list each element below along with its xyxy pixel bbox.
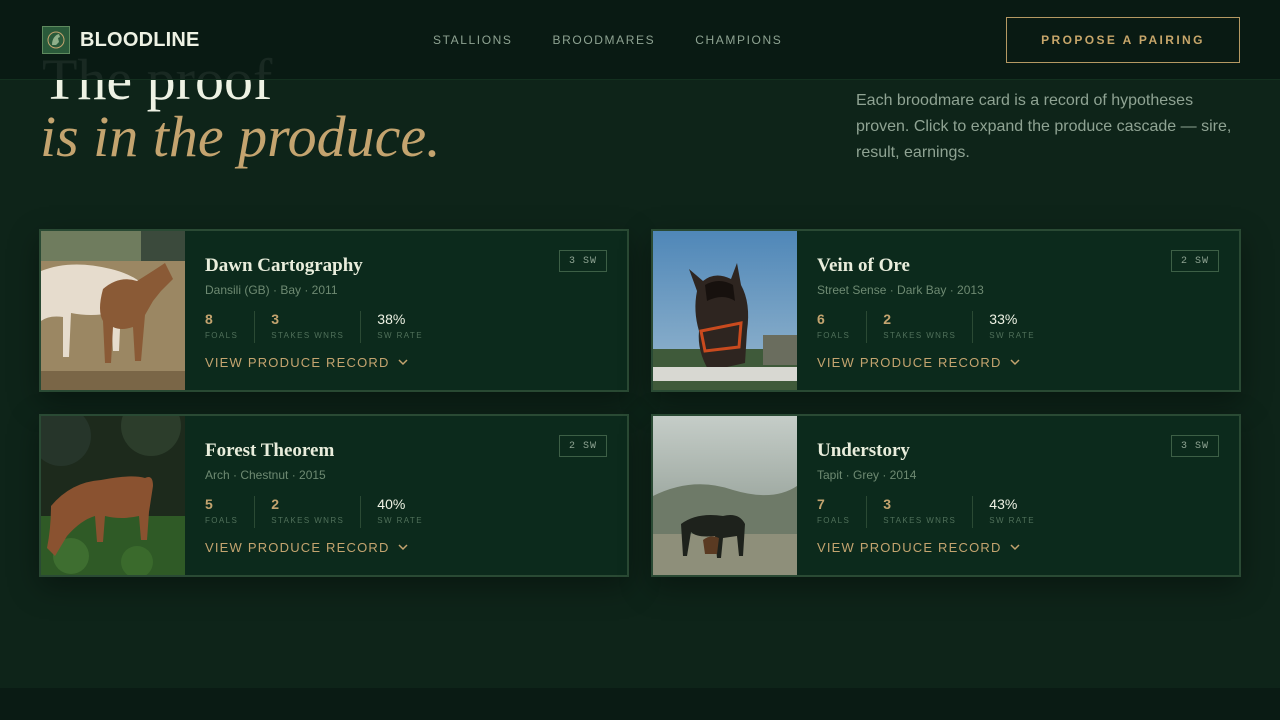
stat-label: FOALS <box>205 516 239 525</box>
view-produce-record-toggle[interactable]: VIEW PRODUCE RECORD <box>817 540 1020 555</box>
broodmare-photo <box>41 231 185 390</box>
stat-value: 5 <box>205 496 213 512</box>
brand-logo[interactable]: BLOODLINE <box>42 26 200 54</box>
broodmare-photo <box>41 416 185 575</box>
stat-label: SW RATE <box>989 516 1035 525</box>
broodmare-card: Vein of Ore Street Sense · Dark Bay · 20… <box>651 229 1241 392</box>
stat-value: 3 <box>883 496 892 512</box>
broodmare-pedigree: Street Sense · Dark Bay · 2013 <box>817 283 984 297</box>
view-produce-record-toggle[interactable]: VIEW PRODUCE RECORD <box>205 540 408 555</box>
broodmare-card: Forest Theorem Arch · Chestnut · 2015 2 … <box>39 414 629 577</box>
stat-sw-rate: 40% SW RATE <box>377 496 439 528</box>
stat-label: FOALS <box>817 331 851 340</box>
chevron-down-icon <box>398 359 408 366</box>
view-produce-record-toggle[interactable]: VIEW PRODUCE RECORD <box>817 355 1020 370</box>
stat-value: 2 <box>271 496 280 512</box>
stat-label: STAKES WNRS <box>271 331 345 340</box>
broodmare-pedigree: Arch · Chestnut · 2015 <box>205 468 326 482</box>
stat-label: STAKES WNRS <box>883 331 957 340</box>
stat-value: 38% <box>377 311 406 327</box>
view-produce-record-label: VIEW PRODUCE RECORD <box>817 540 1002 555</box>
broodmare-photo <box>653 416 797 575</box>
stat-value: 3 <box>271 311 280 327</box>
stakes-winners-badge: 2 SW <box>1171 250 1219 272</box>
stakes-winners-badge: 3 SW <box>1171 435 1219 457</box>
stat-label: SW RATE <box>377 516 423 525</box>
stat-value: 7 <box>817 496 825 512</box>
horse-emblem-icon <box>42 26 70 54</box>
stat-label: STAKES WNRS <box>271 516 345 525</box>
hero-description: Each broodmare card is a record of hypot… <box>856 92 1232 161</box>
stat-value: 6 <box>817 311 825 327</box>
stat-label: SW RATE <box>377 331 423 340</box>
stat-value: 2 <box>883 311 892 327</box>
stat-stakes-winners: 2 STAKES WNRS <box>271 496 362 528</box>
broodmare-name: Understory <box>817 440 910 461</box>
stat-label: FOALS <box>205 331 239 340</box>
stat-label: SW RATE <box>989 331 1035 340</box>
top-navigation-bar: BLOODLINE STALLIONS BROODMARES CHAMPIONS… <box>0 0 1280 80</box>
nav-link-champions[interactable]: CHAMPIONS <box>695 33 782 47</box>
stat-stakes-winners: 3 STAKES WNRS <box>271 311 362 343</box>
view-produce-record-toggle[interactable]: VIEW PRODUCE RECORD <box>205 355 408 370</box>
broodmare-photo <box>653 231 797 390</box>
stakes-winners-badge: 2 SW <box>559 435 607 457</box>
produce-stats: 5 FOALS 2 STAKES WNRS 40% SW RATE <box>205 496 455 528</box>
broodmare-card: Understory Tapit · Grey · 2014 3 SW 7 FO… <box>651 414 1241 577</box>
broodmare-pedigree: Tapit · Grey · 2014 <box>817 468 917 482</box>
stat-foals: 8 FOALS <box>205 311 256 343</box>
broodmare-card: Dawn Cartography Dansili (GB) · Bay · 20… <box>39 229 629 392</box>
chevron-down-icon <box>1010 359 1020 366</box>
broodmare-name: Vein of Ore <box>817 255 910 276</box>
broodmare-name: Forest Theorem <box>205 440 335 461</box>
stat-sw-rate: 43% SW RATE <box>989 496 1051 528</box>
stat-value: 33% <box>989 311 1018 327</box>
view-produce-record-label: VIEW PRODUCE RECORD <box>205 540 390 555</box>
produce-stats: 6 FOALS 2 STAKES WNRS 33% SW RATE <box>817 311 1067 343</box>
view-produce-record-label: VIEW PRODUCE RECORD <box>205 355 390 370</box>
produce-stats: 8 FOALS 3 STAKES WNRS 38% SW RATE <box>205 311 455 343</box>
stat-foals: 7 FOALS <box>817 496 868 528</box>
stat-foals: 6 FOALS <box>817 311 868 343</box>
stat-label: FOALS <box>817 516 851 525</box>
footer-band <box>0 688 1280 720</box>
stat-foals: 5 FOALS <box>205 496 256 528</box>
stat-value: 43% <box>989 496 1018 512</box>
stakes-winners-badge: 3 SW <box>559 250 607 272</box>
stat-sw-rate: 33% SW RATE <box>989 311 1051 343</box>
stat-stakes-winners: 3 STAKES WNRS <box>883 496 974 528</box>
stat-value: 40% <box>377 496 406 512</box>
produce-stats: 7 FOALS 3 STAKES WNRS 43% SW RATE <box>817 496 1067 528</box>
nav-link-broodmares[interactable]: BROODMARES <box>553 33 656 47</box>
chevron-down-icon <box>1010 544 1020 551</box>
stat-stakes-winners: 2 STAKES WNRS <box>883 311 974 343</box>
stat-sw-rate: 38% SW RATE <box>377 311 439 343</box>
main-nav: STALLIONS BROODMARES CHAMPIONS <box>433 33 822 47</box>
propose-pairing-button[interactable]: PROPOSE A PAIRING <box>1006 17 1240 63</box>
stat-label: STAKES WNRS <box>883 516 957 525</box>
stat-value: 8 <box>205 311 213 327</box>
brand-name: BLOODLINE <box>80 28 200 51</box>
nav-link-stallions[interactable]: STALLIONS <box>433 33 513 47</box>
broodmare-name: Dawn Cartography <box>205 255 363 276</box>
broodmare-pedigree: Dansili (GB) · Bay · 2011 <box>205 283 338 297</box>
chevron-down-icon <box>398 544 408 551</box>
view-produce-record-label: VIEW PRODUCE RECORD <box>817 355 1002 370</box>
hero-title-line-2: is in the produce. <box>40 104 441 169</box>
